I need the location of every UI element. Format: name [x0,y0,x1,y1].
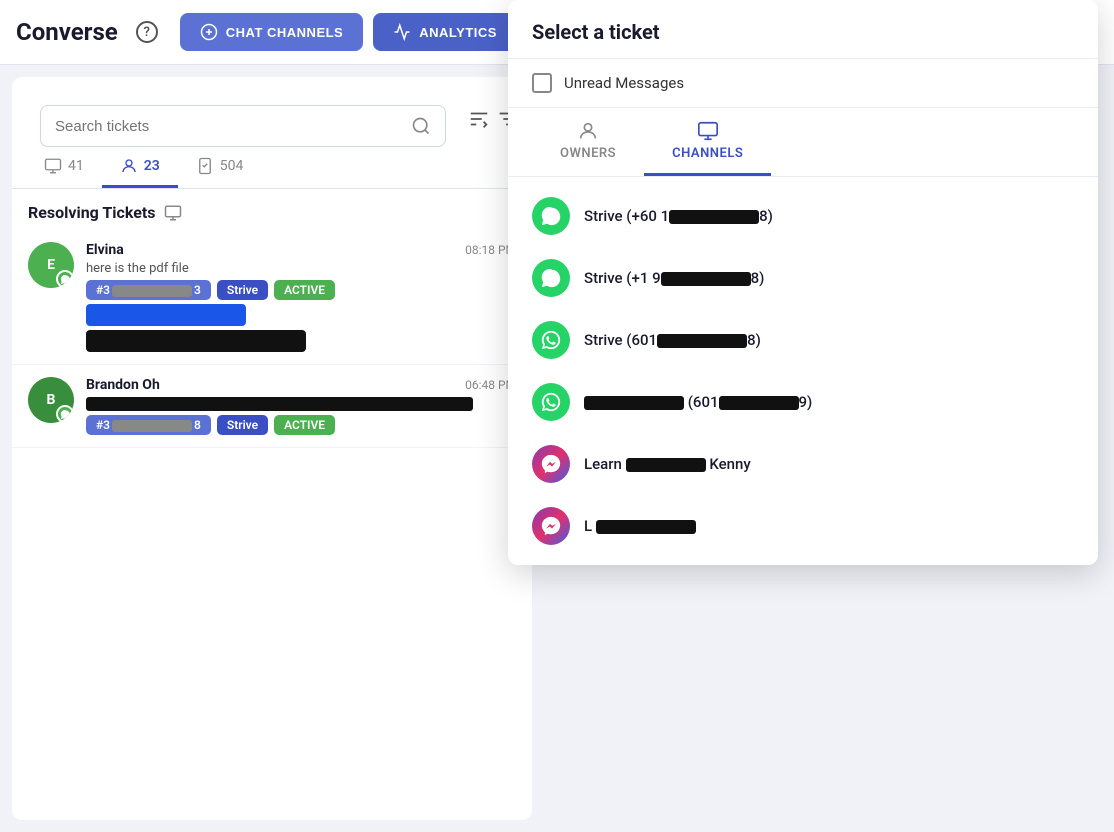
channel-name: Strive (6018) [584,331,761,349]
section-icon [164,204,182,222]
ticket-tags: #38 Strive ACTIVE [86,415,516,435]
channel-name: Learn Kenny [584,455,751,473]
whatsapp-badge [56,270,74,288]
panel-header: Select a ticket [508,0,1098,59]
messenger-icon [532,445,570,483]
redacted-bar-1 [86,304,246,326]
redacted-bar-2 [86,330,306,352]
ticket-list: E Elvina 08:18 PM here is the pdf file #… [12,230,532,820]
channel-name: Strive (+1 98) [584,269,764,287]
filter-tabs: OWNERS CHANNELS [508,108,1098,177]
owners-icon [577,120,599,142]
unread-row: Unread Messages [508,59,1098,108]
search-icon [411,116,431,136]
channel-name: (6019) [584,393,812,411]
tab-resolved[interactable]: 504 [178,147,262,188]
analytics-icon [393,23,411,41]
ticket-content: Brandon Oh 06:48 PM #38 Strive ACTIVE [86,377,516,435]
tag-channel: Strive [217,415,268,435]
left-panel: 41 23 504 Resolving Tickets E [12,77,532,820]
ticket-message: here is the pdf file [86,261,516,276]
tag-status: ACTIVE [274,415,335,435]
channel-item[interactable]: Learn Kenny [508,433,1098,495]
tag-id: #33 [86,280,211,300]
ticket-content: Elvina 08:18 PM here is the pdf file #33… [86,242,516,352]
channel-name: L [584,517,696,535]
tag-channel: Strive [217,280,268,300]
whatsapp-icon [532,259,570,297]
search-bar[interactable] [40,105,446,147]
ticket-name: Elvina [86,242,124,258]
messenger-icon [532,507,570,545]
whatsapp-icon [532,197,570,235]
channel-item[interactable]: Strive (+1 98) [508,247,1098,309]
panel-title: Select a ticket [532,20,1074,44]
channels-icon [697,120,719,142]
section-title: Resolving Tickets [12,189,532,230]
unread-checkbox[interactable] [532,73,552,93]
select-ticket-panel: Select a ticket Unread Messages OWNERS C… [508,0,1098,565]
ticket-name: Brandon Oh [86,377,160,393]
tab-channels[interactable]: CHANNELS [644,108,771,176]
help-icon[interactable]: ? [136,21,158,43]
sort-icon[interactable] [468,108,490,130]
business-icon [532,383,570,421]
plus-icon [200,23,218,41]
business-icon [532,321,570,359]
ticket-item[interactable]: B Brandon Oh 06:48 PM #38 Strive ACTIVE [12,365,532,448]
search-input[interactable] [55,118,411,135]
main-content: 41 23 504 Resolving Tickets E [0,65,1114,832]
ticket-item[interactable]: E Elvina 08:18 PM here is the pdf file #… [12,230,532,365]
whatsapp-badge [56,405,74,423]
channel-item[interactable]: Strive (+60 18) [508,185,1098,247]
tab-assigned[interactable]: 23 [102,147,178,188]
unread-label: Unread Messages [564,74,684,92]
analytics-button[interactable]: ANALYTICS [373,13,517,51]
avatar: E [28,242,74,288]
app-title: Converse [16,18,118,46]
tag-status: ACTIVE [274,280,335,300]
channel-name: Strive (+60 18) [584,207,773,225]
ticket-tabs: 41 23 504 [12,147,532,189]
tab-owners[interactable]: OWNERS [532,108,644,176]
redacted-message [86,397,473,411]
ticket-tags: #33 Strive ACTIVE [86,280,516,300]
channel-list: Strive (+60 18) Strive (+1 98) Strive (6… [508,177,1098,565]
channel-item[interactable]: Strive (6018) [508,309,1098,371]
chat-channels-button[interactable]: CHAT CHANNELS [180,13,363,51]
channel-item[interactable]: L [508,495,1098,557]
channel-item[interactable]: (6019) [508,371,1098,433]
tab-all[interactable]: 41 [26,147,102,188]
tag-id: #38 [86,415,211,435]
avatar: B [28,377,74,423]
